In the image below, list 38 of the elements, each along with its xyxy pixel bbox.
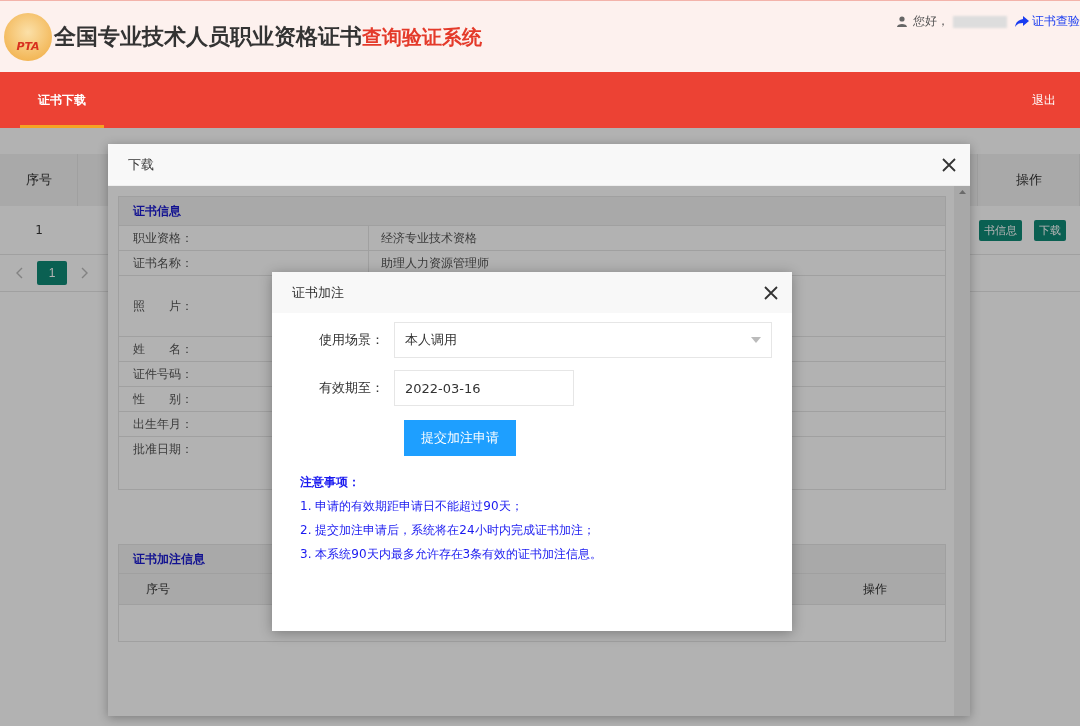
scene-select[interactable]: 本人调用 xyxy=(394,322,772,358)
user-icon xyxy=(897,16,909,27)
site-title: 全国专业技术人员职业资格证书查询验证系统 xyxy=(54,22,482,51)
close-icon xyxy=(942,157,956,172)
action-button[interactable]: 书信息 xyxy=(979,219,1022,241)
logo: PTA xyxy=(4,12,52,61)
close-icon xyxy=(764,285,778,300)
field-value: 经济专业技术资格 xyxy=(381,229,477,247)
table-cell: 1 xyxy=(0,206,78,255)
verify-link[interactable]: 证书查验 xyxy=(1015,13,1080,30)
dropdown-caret-icon xyxy=(751,337,761,343)
logout-link[interactable]: 退出 xyxy=(1032,72,1056,128)
column-header: 序号 xyxy=(119,573,197,604)
dialog-title: 下载 xyxy=(128,155,154,174)
action-button[interactable]: 下载 xyxy=(1034,219,1066,241)
blurred-username xyxy=(953,15,1007,28)
submit-button[interactable]: 提交加注申请 xyxy=(404,420,516,456)
greeting-text: 您好， xyxy=(913,13,949,30)
scroll-up-icon[interactable] xyxy=(958,190,966,194)
note-text: 3. 本系统90天内最多允许存在3条有效的证书加注信息。 xyxy=(300,546,604,563)
column-header: 操作 xyxy=(978,154,1080,206)
field-label: 职业资格： xyxy=(119,226,369,250)
note-text: 2. 提交加注申请后，系统将在24小时内完成证书加注； xyxy=(300,522,596,539)
close-button[interactable] xyxy=(762,283,780,302)
dialog-title: 证书加注 xyxy=(292,283,344,302)
date-input[interactable]: 2022-03-16 xyxy=(394,370,574,406)
section-title: 证书信息 xyxy=(119,197,945,225)
field-value: 助理人力资源管理师 xyxy=(381,254,489,272)
close-button[interactable] xyxy=(940,155,958,174)
page-button[interactable]: 1 xyxy=(37,261,67,285)
next-page-icon[interactable] xyxy=(81,267,88,279)
prev-page-icon[interactable] xyxy=(16,267,23,279)
share-arrow-icon xyxy=(1015,15,1029,28)
notes-title: 注意事项： xyxy=(300,474,361,491)
note-text: 1. 申请的有效期距申请日不能超过90天； xyxy=(300,498,524,515)
column-header: 序号 xyxy=(0,154,78,206)
column-header: 操作 xyxy=(805,573,945,604)
scrollbar[interactable] xyxy=(954,186,970,716)
